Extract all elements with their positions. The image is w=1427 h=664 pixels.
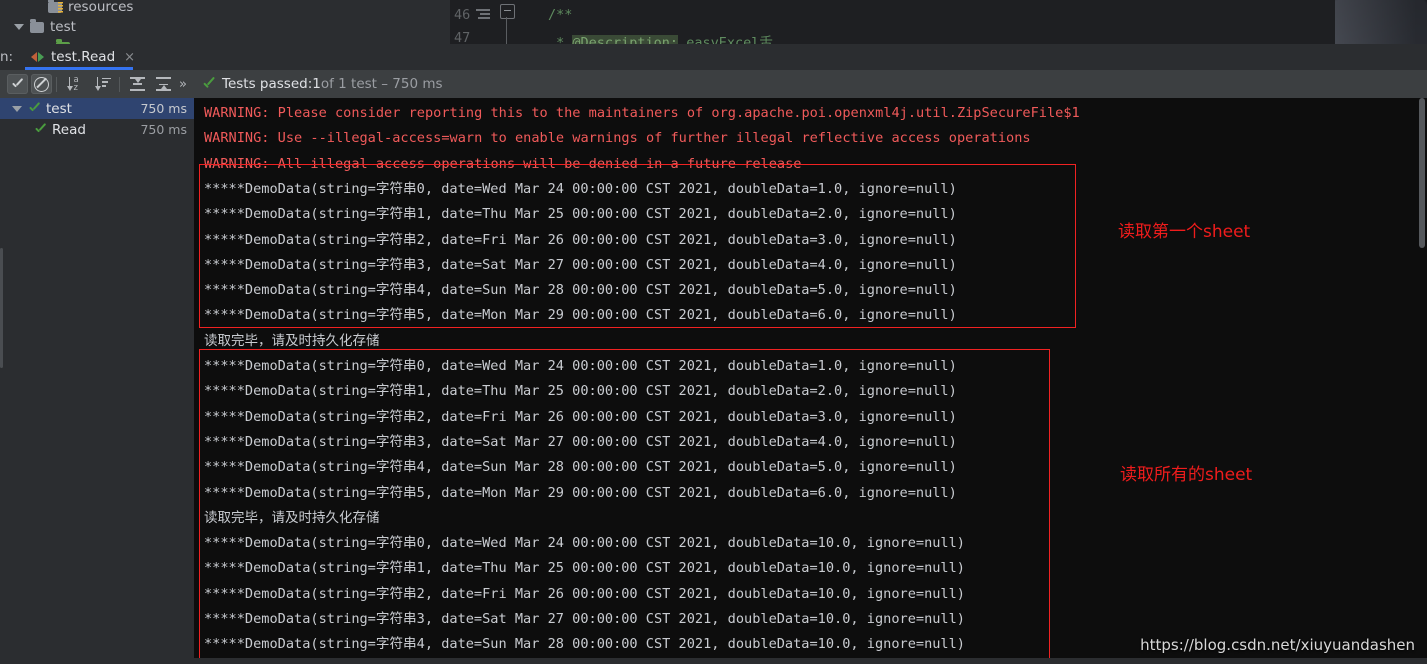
chevron-double-right-icon: » [179, 76, 187, 92]
more-options-button[interactable]: » [175, 74, 191, 94]
folder-icon [30, 18, 44, 33]
console-line: *****DemoData(string=字符串3, date=Sat Mar … [204, 433, 957, 450]
code-prefix: * [548, 35, 573, 44]
hide-ignored-toggle[interactable] [31, 74, 52, 94]
project-tree-item-test[interactable]: test [14, 17, 76, 37]
console-line: *****DemoData(string=字符串2, date=Fri Mar … [204, 408, 957, 425]
console-line: WARNING: Use --illegal-access=warn to en… [204, 130, 1031, 147]
console-line: *****DemoData(string=字符串4, date=Sun Mar … [204, 282, 957, 299]
test-name: test [46, 100, 72, 117]
sort-alpha-icon: az [66, 75, 84, 92]
bottom-strip [0, 658, 1427, 664]
console-line: *****DemoData(string=字符串2, date=Fri Mar … [204, 231, 957, 248]
project-tree-label: test [50, 19, 76, 35]
console-line: WARNING: Please consider reporting this … [204, 105, 1080, 121]
line-number: 47 [454, 30, 471, 44]
tests-passed-suffix: of 1 test – 750 ms [320, 76, 443, 92]
editor-peek: 46 47 /** * @Description: easyExcel舌 [450, 0, 1335, 44]
console-output[interactable]: WARNING: Please consider reporting this … [194, 98, 1427, 664]
test-duration: 750 ms [140, 101, 187, 116]
console-line: *****DemoData(string=字符串4, date=Sun Mar … [204, 636, 965, 653]
watermark: https://blog.csdn.net/xiuyuandashen [1140, 636, 1415, 654]
code-line-47: * @Description: easyExcel舌 [548, 31, 773, 44]
project-tree-label: resources [68, 0, 134, 15]
console-line: *****DemoData(string=字符串2, date=Fri Mar … [204, 585, 965, 602]
show-passed-toggle[interactable] [7, 74, 28, 94]
sort-alphabetically-button[interactable]: az [63, 74, 87, 94]
sort-by-duration-button[interactable] [91, 74, 115, 94]
code-highlight: @Description: [572, 35, 679, 44]
console-line: *****DemoData(string=字符串3, date=Sat Mar … [204, 611, 965, 627]
console-line: *****DemoData(string=字符串3, date=Sat Mar … [204, 256, 957, 273]
test-name: Read [52, 121, 86, 138]
console-line: *****DemoData(string=字符串0, date=Wed Mar … [204, 535, 965, 552]
code-line-46: /** [548, 7, 573, 23]
chevron-down-icon[interactable] [14, 24, 24, 30]
chevron-down-icon[interactable] [12, 105, 22, 112]
console-line: 读取完毕，请及时持久化存储 [204, 509, 380, 526]
console-line: WARNING: All illegal access operations w… [204, 155, 802, 172]
test-tree-row-read[interactable]: Read 750 ms [0, 119, 194, 140]
collapse-all-icon [155, 77, 171, 91]
annotation-first-sheet: 读取第一个sheet [1118, 222, 1251, 242]
tool-window-resize-handle[interactable] [0, 248, 3, 368]
console-line: 读取完毕，请及时持久化存储 [204, 332, 380, 349]
console-scrollbar[interactable] [1417, 98, 1427, 664]
annotation-gutter-icon[interactable] [476, 9, 490, 20]
test-results-tree: test 750 ms Read 750 ms [0, 98, 194, 664]
project-tree-item-resources[interactable]: resources [48, 0, 133, 17]
run-test-icon [31, 51, 44, 64]
test-runner-toolbar: az » [0, 70, 194, 98]
console-line: *****DemoData(string=字符串0, date=Wed Mar … [204, 358, 957, 374]
console-line: *****DemoData(string=字符串1, date=Thu Mar … [204, 383, 957, 400]
collapse-all-button[interactable] [152, 74, 174, 94]
run-tool-window: n: test.Read × az » test 750 ms Read 750… [0, 44, 1427, 664]
test-tree-row-test[interactable]: test 750 ms [0, 98, 194, 119]
close-icon[interactable]: × [124, 51, 135, 64]
expand-all-button[interactable] [126, 74, 148, 94]
code-rest: easyExcel [678, 35, 760, 44]
ide-screenshot: resources test 46 47 /** * @Description:… [0, 0, 1427, 664]
console-line: *****DemoData(string=字符串1, date=Thu Mar … [204, 560, 965, 577]
checkmark-icon [202, 78, 215, 91]
console-line: *****DemoData(string=字符串5, date=Mon Mar … [204, 484, 957, 501]
expand-all-icon [129, 77, 145, 91]
annotation-all-sheets: 读取所有的sheet [1120, 465, 1253, 485]
test-duration: 750 ms [140, 122, 187, 137]
console-status-bar: Tests passed: 1 of 1 test – 750 ms [194, 70, 1427, 98]
code-fold-icon[interactable] [500, 4, 515, 19]
project-tree-strip: resources test [0, 0, 450, 53]
checkmark-icon [11, 78, 24, 91]
line-number: 46 [454, 7, 471, 23]
scrollbar-thumb[interactable] [1419, 98, 1425, 248]
code-glyph: 舌 [759, 35, 773, 44]
test-passed-icon [28, 103, 40, 115]
console-line: *****DemoData(string=字符串4, date=Sun Mar … [204, 459, 957, 476]
console-line: *****DemoData(string=字符串1, date=Thu Mar … [204, 206, 957, 223]
toolbar-divider [56, 77, 57, 92]
sort-duration-icon [94, 76, 112, 92]
tests-passed-count: 1 [312, 76, 321, 92]
no-entry-icon [34, 76, 49, 92]
toolbar-divider [119, 77, 120, 92]
tab-label: test.Read [51, 49, 116, 65]
run-tabbar-prefix: n: [0, 49, 14, 65]
tests-passed-label: Tests passed: [222, 76, 313, 92]
code-fold-line [506, 17, 508, 44]
run-tabbar: n: test.Read × [0, 44, 1427, 70]
console-line: *****DemoData(string=字符串5, date=Mon Mar … [204, 307, 957, 324]
console-line: *****DemoData(string=字符串0, date=Wed Mar … [204, 180, 957, 197]
folder-resources-icon [48, 0, 63, 13]
test-passed-icon [34, 124, 46, 136]
